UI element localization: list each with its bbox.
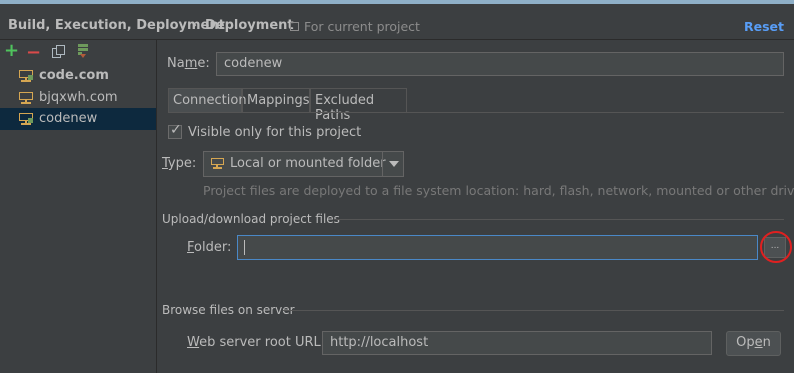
server-item-code-com[interactable]: code.com bbox=[0, 65, 156, 87]
remove-server-icon[interactable]: − bbox=[26, 42, 41, 63]
project-scope-icon bbox=[290, 22, 299, 31]
visible-only-checkbox[interactable]: ✓ bbox=[168, 122, 182, 139]
open-button[interactable]: Open bbox=[726, 331, 781, 356]
visible-only-label[interactable]: Visible only for this project bbox=[188, 125, 361, 140]
type-select-value: Local or mounted folder bbox=[230, 156, 386, 171]
add-server-icon[interactable]: + bbox=[4, 40, 19, 61]
browse-section-title: Browse files on server bbox=[162, 303, 295, 317]
use-as-default-icon[interactable] bbox=[77, 44, 89, 58]
server-label: code.com bbox=[39, 68, 109, 83]
settings-header: Build, Execution, Deployment › Deploymen… bbox=[0, 4, 794, 40]
upload-section-title: Upload/download project files bbox=[162, 212, 340, 226]
server-item-bjqxwh-com[interactable]: bjqxwh.com bbox=[0, 87, 156, 109]
server-default-icon bbox=[19, 70, 33, 82]
name-input[interactable]: codenew bbox=[216, 52, 784, 76]
scope-note: For current project bbox=[304, 19, 420, 34]
server-folder-icon bbox=[19, 113, 33, 125]
type-hint: Project files are deployed to a file sys… bbox=[203, 183, 794, 198]
folder-label: Folder: bbox=[187, 240, 232, 255]
folder-input[interactable] bbox=[237, 235, 758, 260]
breadcrumb-separator: › bbox=[192, 18, 198, 33]
check-icon: ✓ bbox=[170, 122, 182, 138]
section-divider bbox=[334, 219, 784, 220]
server-label: bjqxwh.com bbox=[39, 90, 118, 105]
copy-server-icon[interactable] bbox=[52, 45, 65, 58]
server-list-panel: + − code.com bjqxwh.com codenew bbox=[0, 40, 157, 373]
name-label: Name: bbox=[167, 56, 210, 71]
type-label: Type: bbox=[162, 156, 197, 171]
server-folder-icon bbox=[19, 92, 33, 104]
type-select[interactable]: Local or mounted folder bbox=[203, 151, 404, 177]
reset-link[interactable]: Reset bbox=[744, 19, 784, 34]
tab-excluded-paths[interactable]: Excluded Paths bbox=[310, 88, 407, 123]
tab-baseline bbox=[168, 112, 784, 113]
server-item-codenew[interactable]: codenew bbox=[0, 108, 156, 130]
annotation-circle bbox=[760, 231, 792, 263]
server-label: codenew bbox=[39, 111, 98, 126]
section-divider bbox=[283, 310, 784, 311]
web-server-url-input[interactable]: http://localhost bbox=[322, 331, 712, 355]
chevron-down-icon[interactable] bbox=[389, 161, 399, 167]
tab-mappings[interactable]: Mappings bbox=[242, 88, 310, 112]
web-server-url-label: Web server root URL: bbox=[187, 335, 326, 350]
tab-connection[interactable]: Connection bbox=[168, 88, 247, 112]
local-folder-icon bbox=[211, 158, 224, 169]
text-cursor bbox=[244, 240, 245, 255]
page-title: Deployment bbox=[205, 18, 294, 33]
